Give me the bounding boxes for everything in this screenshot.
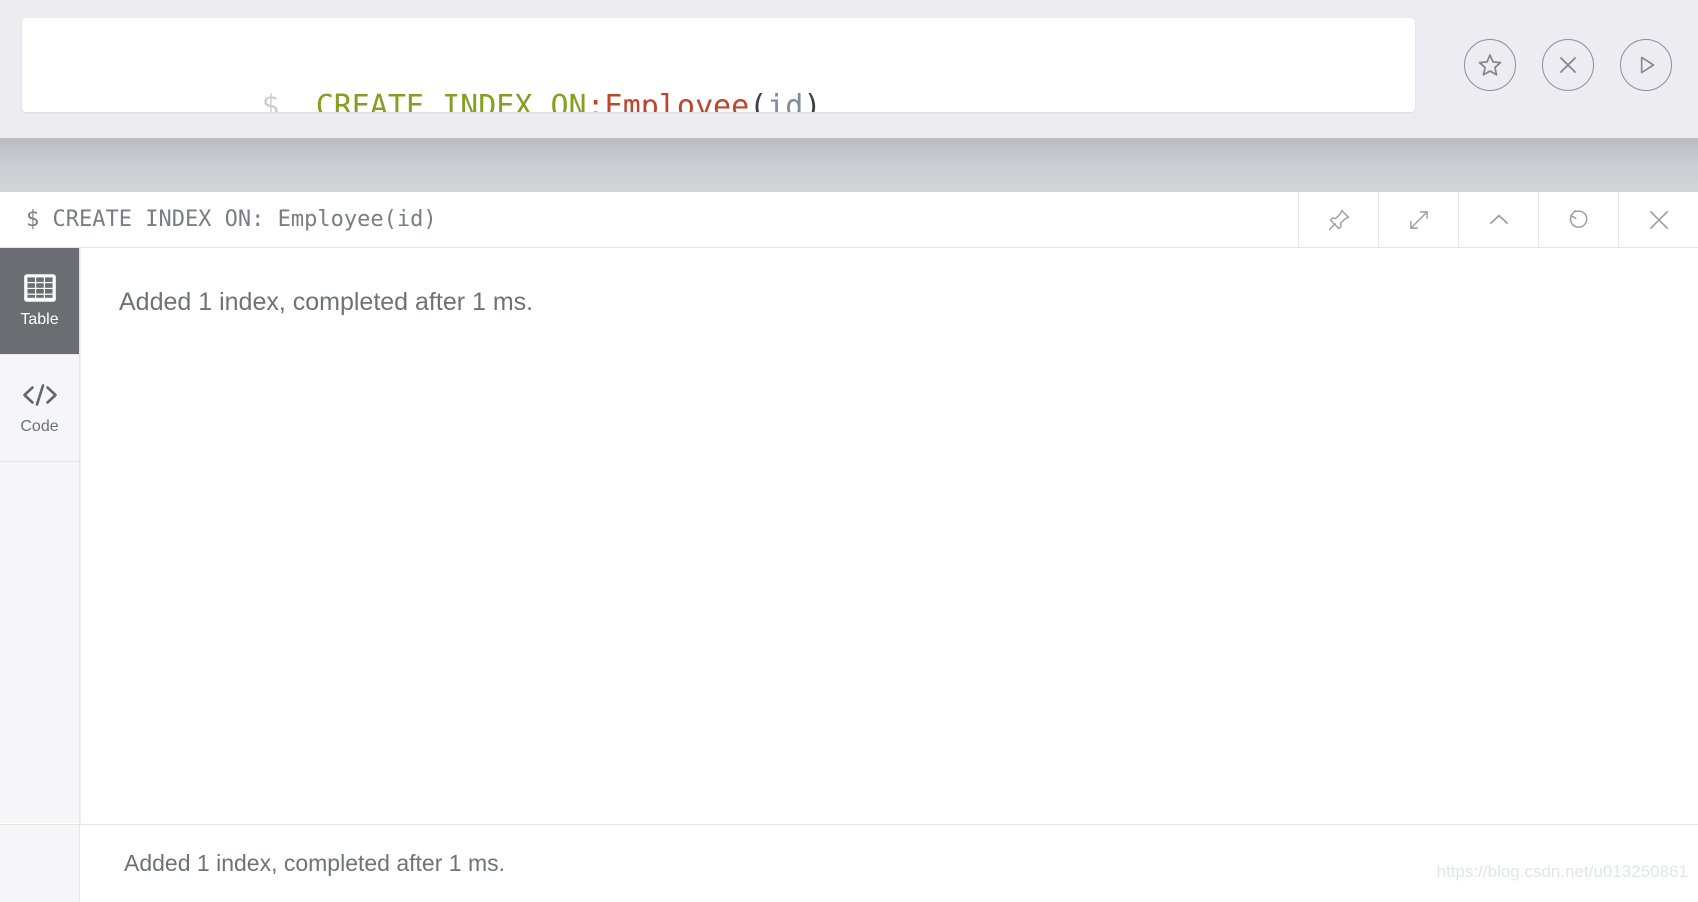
- code-icon: [21, 380, 59, 410]
- refresh-icon: [1565, 206, 1592, 233]
- close-icon: [1645, 206, 1673, 234]
- table-icon: [23, 273, 57, 303]
- query-token-property: id: [767, 89, 804, 113]
- result-frame-toolbar: [1298, 192, 1698, 247]
- query-prompt-symbol: $: [261, 89, 280, 113]
- status-bar-sidebar-spacer: [0, 825, 80, 902]
- sidebar-item-table[interactable]: Table: [0, 248, 79, 355]
- close-circle-icon: [1555, 52, 1581, 78]
- close-frame-button[interactable]: [1618, 192, 1698, 247]
- editor-action-buttons: [1464, 18, 1672, 112]
- result-frame-status-bar: Added 1 index, completed after 1 ms.: [0, 824, 1698, 902]
- collapse-button[interactable]: [1458, 192, 1538, 247]
- query-token-keyword: CREATE INDEX ON: [315, 89, 587, 113]
- play-icon: [1633, 52, 1659, 78]
- query-editor-card[interactable]: $ CREATE INDEX ON:Employee(id): [22, 18, 1415, 112]
- result-frame: $ CREATE INDEX ON: Employee(id) Table Co…: [0, 192, 1698, 902]
- pin-icon: [1326, 207, 1352, 233]
- clear-editor-button[interactable]: [1542, 39, 1594, 91]
- status-message: Added 1 index, completed after 1 ms.: [124, 850, 505, 876]
- editor-stream-separator: [0, 138, 1698, 192]
- fullscreen-button[interactable]: [1378, 192, 1458, 247]
- star-icon: [1476, 51, 1504, 79]
- sidebar-item-code-label: Code: [20, 418, 59, 435]
- result-view-sidebar: Table Code: [0, 248, 80, 823]
- result-frame-header: $ CREATE INDEX ON: Employee(id): [0, 192, 1698, 248]
- rerun-button[interactable]: [1538, 192, 1618, 247]
- favorite-button[interactable]: [1464, 39, 1516, 91]
- query-prompt-space: [280, 89, 316, 112]
- result-content-area: Added 1 index, completed after 1 ms.: [80, 248, 1698, 823]
- run-query-button[interactable]: [1620, 39, 1672, 91]
- expand-icon: [1406, 207, 1432, 233]
- result-message: Added 1 index, completed after 1 ms.: [119, 288, 534, 316]
- query-token-label: :Employee: [586, 89, 750, 113]
- chevron-up-icon: [1484, 205, 1514, 235]
- result-frame-title: $ CREATE INDEX ON: Employee(id): [26, 207, 437, 232]
- query-editor-line[interactable]: $ CREATE INDEX ON:Employee(id): [117, 56, 822, 113]
- app-root: $ CREATE INDEX ON:Employee(id) $ CREATE …: [0, 0, 1698, 902]
- result-frame-body: Table Code Added 1 index, completed afte…: [0, 248, 1698, 823]
- sidebar-item-code[interactable]: Code: [0, 355, 79, 462]
- query-token-paren-close: ): [803, 89, 822, 113]
- query-token-paren-open: (: [749, 89, 768, 113]
- pin-button[interactable]: [1298, 192, 1378, 247]
- query-editor-region: $ CREATE INDEX ON:Employee(id): [0, 0, 1698, 138]
- sidebar-item-table-label: Table: [20, 311, 59, 328]
